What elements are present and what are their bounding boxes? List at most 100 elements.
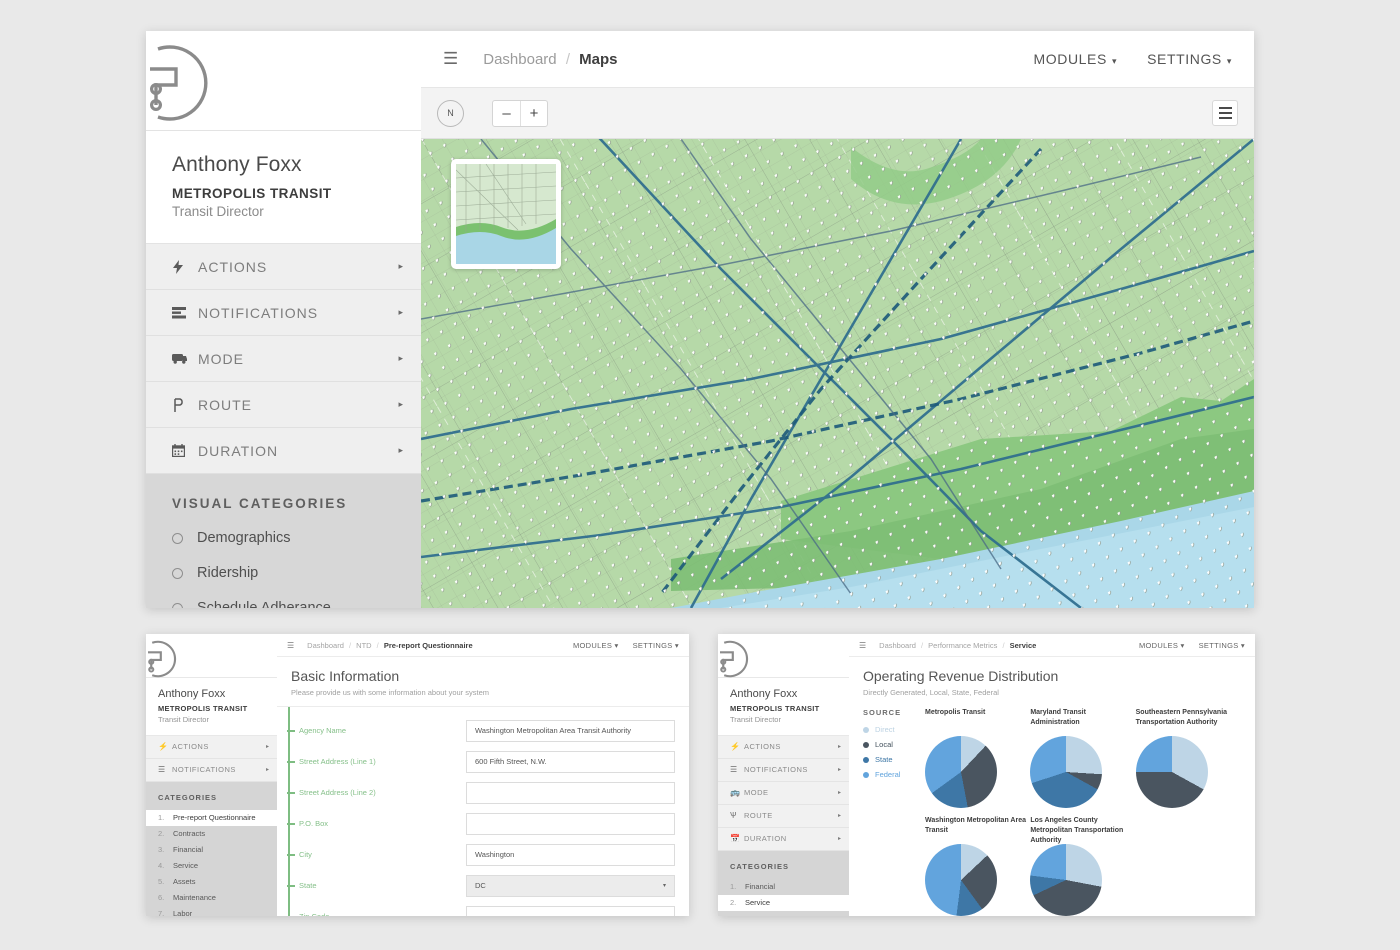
map-canvas[interactable] [421,139,1254,608]
select-field-5[interactable]: DC ▾ [466,874,675,897]
zoom-out-button[interactable]: – [493,101,520,126]
hamburger-menu-icon[interactable]: ☰ [443,49,458,69]
chevron-right-icon: ▸ [265,767,269,773]
radio-icon[interactable] [172,567,183,579]
sidebar-item-mode[interactable]: 🚌 MODE ▸ [718,781,849,805]
settings-menu[interactable]: SETTINGS ▾ [633,641,679,650]
breadcrumb-root[interactable]: Dashboard [879,641,916,650]
hamburger-menu-icon[interactable]: ☰ [859,641,866,650]
text-field-4[interactable]: Washington [466,843,675,866]
category-item[interactable]: 5. Assets [146,874,277,890]
pie-chart[interactable] [1135,736,1208,808]
text-field-1[interactable]: 600 Fifth Street, N.W. [466,750,675,773]
form-categories-list: 1. Pre-report Questionnaire 2. Contracts… [146,809,277,916]
text-field-6[interactable] [466,905,675,916]
text-field-2[interactable] [466,781,675,804]
compass-icon[interactable]: N [437,99,464,127]
transit-logo-icon [150,45,208,121]
radio-icon[interactable] [172,532,183,544]
breadcrumb-mid[interactable]: Performance Metrics [928,641,997,650]
visual-category-item[interactable]: Ridership [172,565,395,581]
modules-menu-label: MODULES [572,640,613,650]
sidebar-item-actions[interactable]: ⚡ ACTIONS ▸ [718,735,849,759]
sidebar-item-actions[interactable]: ⚡ ACTIONS ▸ [146,735,277,759]
form-topbar: ☰ Dashboard / NTD / Pre-report Questionn… [277,634,689,657]
pie-chart[interactable] [925,736,997,808]
breadcrumb-root[interactable]: Dashboard [483,51,556,68]
chart-body: SOURCE Direct Local State Federal Metrop… [849,704,1255,916]
pie-chart[interactable] [1030,844,1103,916]
radio-icon[interactable] [172,602,183,608]
route-icon: Ѱ [730,811,737,820]
form-row: Street Address (Line 1) 600 Fifth Street… [287,746,675,777]
form-row: Street Address (Line 2) [287,777,675,808]
settings-menu[interactable]: SETTINGS ▾ [1147,51,1232,67]
field-value: Washington [475,850,515,859]
field-value: DC [475,881,486,890]
modules-menu[interactable]: MODULES ▾ [1139,641,1185,650]
category-item[interactable]: 7. Labor [146,906,277,916]
sidebar-item-notifications[interactable]: ☰ NOTIFICATIONS ▸ [146,758,277,782]
hamburger-menu-icon[interactable]: ☰ [287,641,294,650]
form-row: State DC ▾ [287,870,675,901]
form-fields: Agency Name Washington Metropolitan Area… [277,707,689,916]
pie-chart[interactable] [925,844,997,916]
brand-logo[interactable] [146,31,421,131]
legend-item[interactable]: Local [863,740,925,749]
modules-menu[interactable]: MODULES ▾ [573,641,619,650]
visual-category-item[interactable]: Schedule Adherance [172,600,395,608]
chart-legend: SOURCE Direct Local State Federal [863,708,925,916]
category-item[interactable]: 1. Financial [718,879,849,895]
category-item[interactable]: 6. Maintenance [146,890,277,906]
field-value: Washington Metropolitan Area Transit Aut… [475,726,632,735]
visual-category-item[interactable]: Demographics [172,530,395,546]
visual-category-label: Schedule Adherance [197,600,331,608]
field-tick-icon [287,760,295,763]
form-row: Zip Code [287,901,675,916]
sidebar-item-duration[interactable]: 📅 DURATION ▸ [718,827,849,851]
modules-menu[interactable]: MODULES ▾ [1034,51,1118,67]
sidebar-item-label: MODE [198,350,244,367]
sidebar-item-notifications[interactable]: ☰ NOTIFICATIONS ▸ [718,758,849,782]
category-item[interactable]: 3. Assets [718,911,849,916]
modules-menu-label: MODULES [1033,51,1107,67]
user-org: METROPOLIS TRANSIT [172,186,332,201]
text-field-3[interactable] [466,812,675,835]
breadcrumb-separator-2: / [1002,640,1005,650]
field-label: Street Address (Line 2) [299,788,376,797]
breadcrumb-mid[interactable]: NTD [356,641,371,650]
settings-menu[interactable]: SETTINGS ▾ [1199,641,1245,650]
sidebar-item-route[interactable]: Ѱ ROUTE ▸ [718,804,849,828]
category-item[interactable]: 2. Contracts [146,826,277,842]
chart-header: Operating Revenue Distribution Directly … [849,657,1255,704]
category-number: 4. [158,861,165,870]
sidebar-item-duration[interactable]: DURATION ▸ [146,428,421,474]
visual-categories-title: VISUAL CATEGORIES [172,496,348,511]
legend-item[interactable]: State [863,755,925,764]
text-field-0[interactable]: Washington Metropolitan Area Transit Aut… [466,719,675,742]
category-item[interactable]: 4. Service [146,858,277,874]
sidebar-item-actions[interactable]: ACTIONS ▸ [146,244,421,290]
layers-menu-icon[interactable] [1212,100,1238,126]
zoom-in-button[interactable]: + [520,100,547,126]
category-label: Pre-report Questionnaire [173,813,256,822]
sidebar-item-notifications[interactable]: NOTIFICATIONS ▸ [146,290,421,336]
category-item[interactable]: 2. Service [718,894,849,911]
main-topbar: ☰ Dashboard / Maps MODULES ▾ SETTINGS ▾ [421,31,1254,88]
chevron-down-icon: ▾ [614,640,619,650]
legend-item[interactable]: Federal [863,770,925,779]
breadcrumb-root[interactable]: Dashboard [307,641,344,650]
sidebar-item-route[interactable]: ROUTE ▸ [146,382,421,428]
legend-item[interactable]: Direct [863,725,925,734]
breadcrumb-current: Service [1009,640,1037,650]
sidebar-item-label: NOTIFICATIONS [198,304,319,321]
screen: Anthony Foxx METROPOLIS TRANSIT Transit … [0,0,1400,950]
category-item[interactable]: 3. Financial [146,842,277,858]
category-item[interactable]: 1. Pre-report Questionnaire [146,809,277,826]
minimap-inset[interactable] [451,159,561,269]
brand-logo-small[interactable] [718,634,849,678]
sidebar-item-label: DURATION [744,834,787,843]
pie-chart[interactable] [1030,736,1103,808]
brand-logo-small[interactable] [146,634,277,678]
sidebar-item-mode[interactable]: MODE ▸ [146,336,421,382]
